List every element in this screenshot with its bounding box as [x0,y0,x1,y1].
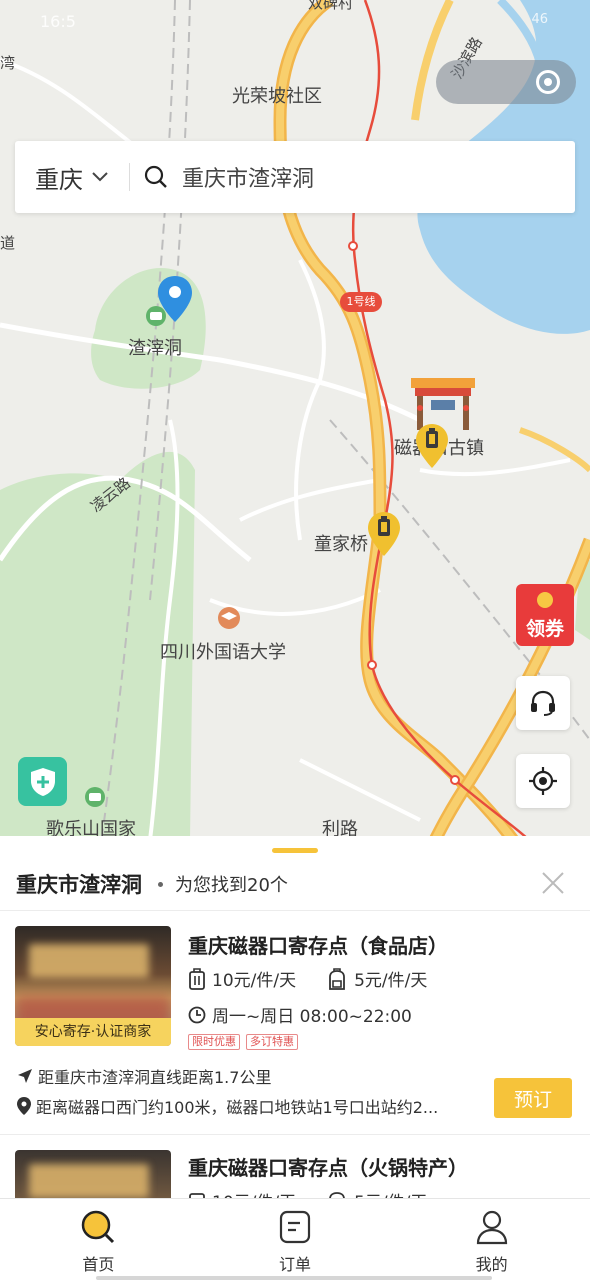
tab-profile[interactable]: 我的 [393,1199,590,1280]
backpack-icon [329,967,345,990]
locate-me-button[interactable] [516,754,570,808]
price-large: 10元/件/天 [212,971,297,991]
customer-service-button[interactable] [516,676,570,730]
location-marker-icon [17,1097,31,1115]
list-item[interactable]: 安心寄存·认证商家 重庆磁器口寄存点（食品店） 10元/件/天 5元/件/天 周… [0,910,590,1134]
metro-line-tag: 1号线 [346,295,376,308]
search-input[interactable]: 重庆市渣滓洞 [130,161,314,193]
promo-tags: 限时优惠 多订特惠 [188,1034,304,1050]
store-name: 重庆磁器口寄存点（食品店） [188,934,448,958]
bottom-tab-bar: 首页 订单 我的 [0,1198,590,1280]
status-time: 16:5 [40,12,76,31]
search-icon [82,1210,115,1244]
record-icon [536,70,560,94]
tab-home[interactable]: 首页 [0,1199,197,1280]
map-label-edge: 道 [0,234,16,252]
chevron-down-icon [92,172,108,182]
crosshair-icon [529,767,557,795]
coupon-label: 领券 [525,618,564,640]
price-large-group: 10元/件/天 [188,966,296,991]
close-icon[interactable] [536,866,570,900]
certified-badge: 安心寄存·认证商家 [15,1018,171,1046]
map-label-bay: 湾 [0,54,16,72]
store-name: 重庆磁器口寄存点（火锅特产） [188,1156,468,1180]
results-count: 为您找到20个 [175,875,288,896]
sheet-handle[interactable] [272,848,318,853]
tab-label: 订单 [279,1255,312,1274]
suitcase-icon [189,967,205,990]
luggage-pin-icon[interactable] [368,512,400,556]
address-text: 距离磁器口西门约100米，磁器口地铁站1号口出站约2... [36,1098,439,1117]
clock-icon [188,1006,206,1023]
map-label-tongjiaqiao: 童家桥 [314,534,368,555]
price-row: 10元/件/天 5元/件/天 [188,966,457,991]
store-thumbnail: 安心寄存·认证商家 [15,926,171,1046]
location-pin-icon[interactable] [158,276,192,322]
list-item[interactable]: 重庆磁器口寄存点（火锅特产） 10元/件/天 5元/件/天 [0,1134,590,1200]
hours-text: 周一~周日 08:00~22:00 [212,1007,412,1027]
store-thumbnail [15,1150,171,1200]
profile-icon [476,1210,507,1245]
map-label-community: 光荣坡社区 [232,86,322,107]
navigation-arrow-icon [18,1069,32,1083]
order-icon [279,1210,311,1244]
tab-label: 我的 [475,1255,508,1274]
city-label: 重庆 [35,165,83,194]
distance-line: 距重庆市渣滓洞直线距离1.7公里 [16,1064,271,1088]
battery-indicator: 46 [531,12,548,27]
search-bar[interactable]: 重庆 重庆市渣滓洞 [15,141,575,213]
separator-dot [158,881,163,887]
search-icon [144,165,167,188]
promo-tag: 多订特惠 [246,1034,298,1050]
city-selector[interactable]: 重庆 [15,160,129,195]
price-small-group: 5元/件/天 [326,966,427,991]
map-canvas [0,0,590,850]
map-mode-toggle[interactable] [436,60,576,104]
results-location: 重庆市渣滓洞 [16,873,142,897]
search-query: 重庆市渣滓洞 [182,167,315,192]
book-button[interactable]: 预订 [494,1078,572,1118]
seal [537,592,553,608]
promo-tag: 限时优惠 [188,1034,240,1050]
coupon-button[interactable]: 领券 [516,584,574,646]
tab-orders[interactable]: 订单 [197,1199,394,1280]
price-small: 5元/件/天 [354,971,428,991]
map-label-zhazidong: 渣滓洞 [128,338,182,359]
map-label-university: 四川外国语大学 [160,642,286,663]
status-bar: 16:5 46 [0,0,590,46]
opening-hours: 周一~周日 08:00~22:00 [188,1002,412,1027]
results-sheet: 重庆市渣滓洞 为您找到20个 安心寄存·认证商家 重庆磁器口寄存点（食品店） 1… [0,836,590,1200]
safety-button[interactable] [18,757,67,806]
map-view[interactable]: 双碑村 湾 光荣坡社区 沙滨路 渣滓洞 1号线 磁器口古镇 凌云路 童家桥 四川… [0,0,590,850]
results-header: 重庆市渣滓洞 为您找到20个 [16,864,574,904]
distance-text: 距重庆市渣滓洞直线距离1.7公里 [38,1068,272,1087]
shield-icon [30,767,55,796]
thumb-sign [29,944,149,978]
luggage-pin-icon[interactable] [416,424,448,468]
address-line: 距离磁器口西门约100米，磁器口地铁站1号口出站约2... [16,1094,438,1118]
thumb-sign [29,1164,149,1198]
tab-label: 首页 [82,1255,115,1274]
headset-icon [531,690,555,716]
home-indicator [96,1276,492,1280]
